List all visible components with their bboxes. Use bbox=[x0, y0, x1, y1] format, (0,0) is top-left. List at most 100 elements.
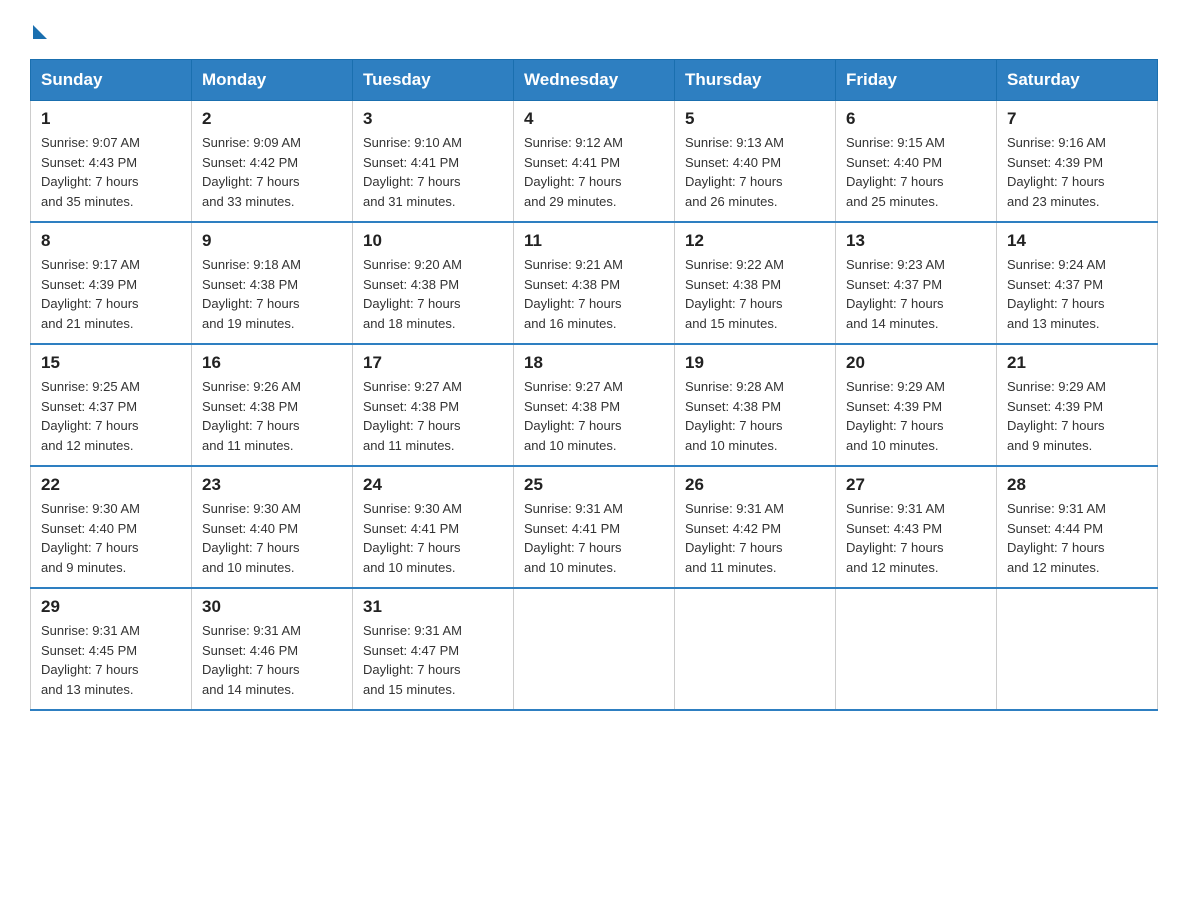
calendar-cell bbox=[514, 588, 675, 710]
day-number: 28 bbox=[1007, 475, 1147, 495]
day-info: Sunrise: 9:30 AM Sunset: 4:41 PM Dayligh… bbox=[363, 499, 503, 577]
calendar-cell: 1 Sunrise: 9:07 AM Sunset: 4:43 PM Dayli… bbox=[31, 101, 192, 223]
calendar-cell: 3 Sunrise: 9:10 AM Sunset: 4:41 PM Dayli… bbox=[353, 101, 514, 223]
day-info: Sunrise: 9:30 AM Sunset: 4:40 PM Dayligh… bbox=[202, 499, 342, 577]
calendar-cell: 16 Sunrise: 9:26 AM Sunset: 4:38 PM Dayl… bbox=[192, 344, 353, 466]
day-info: Sunrise: 9:26 AM Sunset: 4:38 PM Dayligh… bbox=[202, 377, 342, 455]
day-number: 31 bbox=[363, 597, 503, 617]
day-number: 22 bbox=[41, 475, 181, 495]
calendar-table: SundayMondayTuesdayWednesdayThursdayFrid… bbox=[30, 59, 1158, 711]
day-number: 18 bbox=[524, 353, 664, 373]
calendar-cell: 13 Sunrise: 9:23 AM Sunset: 4:37 PM Dayl… bbox=[836, 222, 997, 344]
calendar-cell: 30 Sunrise: 9:31 AM Sunset: 4:46 PM Dayl… bbox=[192, 588, 353, 710]
day-number: 19 bbox=[685, 353, 825, 373]
column-header-thursday: Thursday bbox=[675, 60, 836, 101]
day-info: Sunrise: 9:31 AM Sunset: 4:47 PM Dayligh… bbox=[363, 621, 503, 699]
day-info: Sunrise: 9:21 AM Sunset: 4:38 PM Dayligh… bbox=[524, 255, 664, 333]
calendar-cell: 6 Sunrise: 9:15 AM Sunset: 4:40 PM Dayli… bbox=[836, 101, 997, 223]
day-number: 20 bbox=[846, 353, 986, 373]
calendar-cell: 27 Sunrise: 9:31 AM Sunset: 4:43 PM Dayl… bbox=[836, 466, 997, 588]
day-info: Sunrise: 9:27 AM Sunset: 4:38 PM Dayligh… bbox=[524, 377, 664, 455]
calendar-cell: 7 Sunrise: 9:16 AM Sunset: 4:39 PM Dayli… bbox=[997, 101, 1158, 223]
calendar-cell: 12 Sunrise: 9:22 AM Sunset: 4:38 PM Dayl… bbox=[675, 222, 836, 344]
day-number: 7 bbox=[1007, 109, 1147, 129]
day-info: Sunrise: 9:31 AM Sunset: 4:45 PM Dayligh… bbox=[41, 621, 181, 699]
calendar-cell: 29 Sunrise: 9:31 AM Sunset: 4:45 PM Dayl… bbox=[31, 588, 192, 710]
day-info: Sunrise: 9:28 AM Sunset: 4:38 PM Dayligh… bbox=[685, 377, 825, 455]
calendar-cell: 5 Sunrise: 9:13 AM Sunset: 4:40 PM Dayli… bbox=[675, 101, 836, 223]
calendar-cell: 2 Sunrise: 9:09 AM Sunset: 4:42 PM Dayli… bbox=[192, 101, 353, 223]
day-info: Sunrise: 9:29 AM Sunset: 4:39 PM Dayligh… bbox=[1007, 377, 1147, 455]
day-info: Sunrise: 9:20 AM Sunset: 4:38 PM Dayligh… bbox=[363, 255, 503, 333]
calendar-cell: 21 Sunrise: 9:29 AM Sunset: 4:39 PM Dayl… bbox=[997, 344, 1158, 466]
day-info: Sunrise: 9:31 AM Sunset: 4:44 PM Dayligh… bbox=[1007, 499, 1147, 577]
calendar-cell: 17 Sunrise: 9:27 AM Sunset: 4:38 PM Dayl… bbox=[353, 344, 514, 466]
day-info: Sunrise: 9:07 AM Sunset: 4:43 PM Dayligh… bbox=[41, 133, 181, 211]
calendar-cell: 31 Sunrise: 9:31 AM Sunset: 4:47 PM Dayl… bbox=[353, 588, 514, 710]
day-info: Sunrise: 9:13 AM Sunset: 4:40 PM Dayligh… bbox=[685, 133, 825, 211]
calendar-cell: 8 Sunrise: 9:17 AM Sunset: 4:39 PM Dayli… bbox=[31, 222, 192, 344]
day-info: Sunrise: 9:31 AM Sunset: 4:43 PM Dayligh… bbox=[846, 499, 986, 577]
day-number: 1 bbox=[41, 109, 181, 129]
calendar-cell: 26 Sunrise: 9:31 AM Sunset: 4:42 PM Dayl… bbox=[675, 466, 836, 588]
day-info: Sunrise: 9:22 AM Sunset: 4:38 PM Dayligh… bbox=[685, 255, 825, 333]
logo-arrow-icon bbox=[33, 25, 47, 39]
calendar-cell bbox=[675, 588, 836, 710]
column-header-tuesday: Tuesday bbox=[353, 60, 514, 101]
day-number: 21 bbox=[1007, 353, 1147, 373]
day-info: Sunrise: 9:18 AM Sunset: 4:38 PM Dayligh… bbox=[202, 255, 342, 333]
day-number: 29 bbox=[41, 597, 181, 617]
calendar-cell: 18 Sunrise: 9:27 AM Sunset: 4:38 PM Dayl… bbox=[514, 344, 675, 466]
day-number: 4 bbox=[524, 109, 664, 129]
calendar-week-row: 29 Sunrise: 9:31 AM Sunset: 4:45 PM Dayl… bbox=[31, 588, 1158, 710]
calendar-cell: 11 Sunrise: 9:21 AM Sunset: 4:38 PM Dayl… bbox=[514, 222, 675, 344]
day-number: 5 bbox=[685, 109, 825, 129]
logo bbox=[30, 20, 47, 39]
day-number: 2 bbox=[202, 109, 342, 129]
calendar-cell: 25 Sunrise: 9:31 AM Sunset: 4:41 PM Dayl… bbox=[514, 466, 675, 588]
day-info: Sunrise: 9:09 AM Sunset: 4:42 PM Dayligh… bbox=[202, 133, 342, 211]
day-number: 27 bbox=[846, 475, 986, 495]
day-info: Sunrise: 9:16 AM Sunset: 4:39 PM Dayligh… bbox=[1007, 133, 1147, 211]
calendar-cell: 9 Sunrise: 9:18 AM Sunset: 4:38 PM Dayli… bbox=[192, 222, 353, 344]
day-info: Sunrise: 9:25 AM Sunset: 4:37 PM Dayligh… bbox=[41, 377, 181, 455]
calendar-cell: 20 Sunrise: 9:29 AM Sunset: 4:39 PM Dayl… bbox=[836, 344, 997, 466]
day-number: 26 bbox=[685, 475, 825, 495]
day-info: Sunrise: 9:31 AM Sunset: 4:42 PM Dayligh… bbox=[685, 499, 825, 577]
day-info: Sunrise: 9:29 AM Sunset: 4:39 PM Dayligh… bbox=[846, 377, 986, 455]
calendar-week-row: 22 Sunrise: 9:30 AM Sunset: 4:40 PM Dayl… bbox=[31, 466, 1158, 588]
day-number: 15 bbox=[41, 353, 181, 373]
day-number: 30 bbox=[202, 597, 342, 617]
calendar-week-row: 15 Sunrise: 9:25 AM Sunset: 4:37 PM Dayl… bbox=[31, 344, 1158, 466]
calendar-cell: 28 Sunrise: 9:31 AM Sunset: 4:44 PM Dayl… bbox=[997, 466, 1158, 588]
day-info: Sunrise: 9:30 AM Sunset: 4:40 PM Dayligh… bbox=[41, 499, 181, 577]
day-number: 17 bbox=[363, 353, 503, 373]
column-header-wednesday: Wednesday bbox=[514, 60, 675, 101]
day-info: Sunrise: 9:17 AM Sunset: 4:39 PM Dayligh… bbox=[41, 255, 181, 333]
calendar-cell: 4 Sunrise: 9:12 AM Sunset: 4:41 PM Dayli… bbox=[514, 101, 675, 223]
day-info: Sunrise: 9:10 AM Sunset: 4:41 PM Dayligh… bbox=[363, 133, 503, 211]
day-info: Sunrise: 9:31 AM Sunset: 4:41 PM Dayligh… bbox=[524, 499, 664, 577]
calendar-cell bbox=[836, 588, 997, 710]
calendar-week-row: 8 Sunrise: 9:17 AM Sunset: 4:39 PM Dayli… bbox=[31, 222, 1158, 344]
page-header bbox=[30, 20, 1158, 39]
column-header-sunday: Sunday bbox=[31, 60, 192, 101]
day-info: Sunrise: 9:15 AM Sunset: 4:40 PM Dayligh… bbox=[846, 133, 986, 211]
day-number: 12 bbox=[685, 231, 825, 251]
day-number: 25 bbox=[524, 475, 664, 495]
day-number: 14 bbox=[1007, 231, 1147, 251]
column-header-friday: Friday bbox=[836, 60, 997, 101]
day-info: Sunrise: 9:12 AM Sunset: 4:41 PM Dayligh… bbox=[524, 133, 664, 211]
column-header-monday: Monday bbox=[192, 60, 353, 101]
day-info: Sunrise: 9:23 AM Sunset: 4:37 PM Dayligh… bbox=[846, 255, 986, 333]
calendar-week-row: 1 Sunrise: 9:07 AM Sunset: 4:43 PM Dayli… bbox=[31, 101, 1158, 223]
day-number: 24 bbox=[363, 475, 503, 495]
calendar-cell: 10 Sunrise: 9:20 AM Sunset: 4:38 PM Dayl… bbox=[353, 222, 514, 344]
day-info: Sunrise: 9:24 AM Sunset: 4:37 PM Dayligh… bbox=[1007, 255, 1147, 333]
day-number: 23 bbox=[202, 475, 342, 495]
day-number: 11 bbox=[524, 231, 664, 251]
day-number: 8 bbox=[41, 231, 181, 251]
calendar-cell: 22 Sunrise: 9:30 AM Sunset: 4:40 PM Dayl… bbox=[31, 466, 192, 588]
day-number: 6 bbox=[846, 109, 986, 129]
day-number: 3 bbox=[363, 109, 503, 129]
